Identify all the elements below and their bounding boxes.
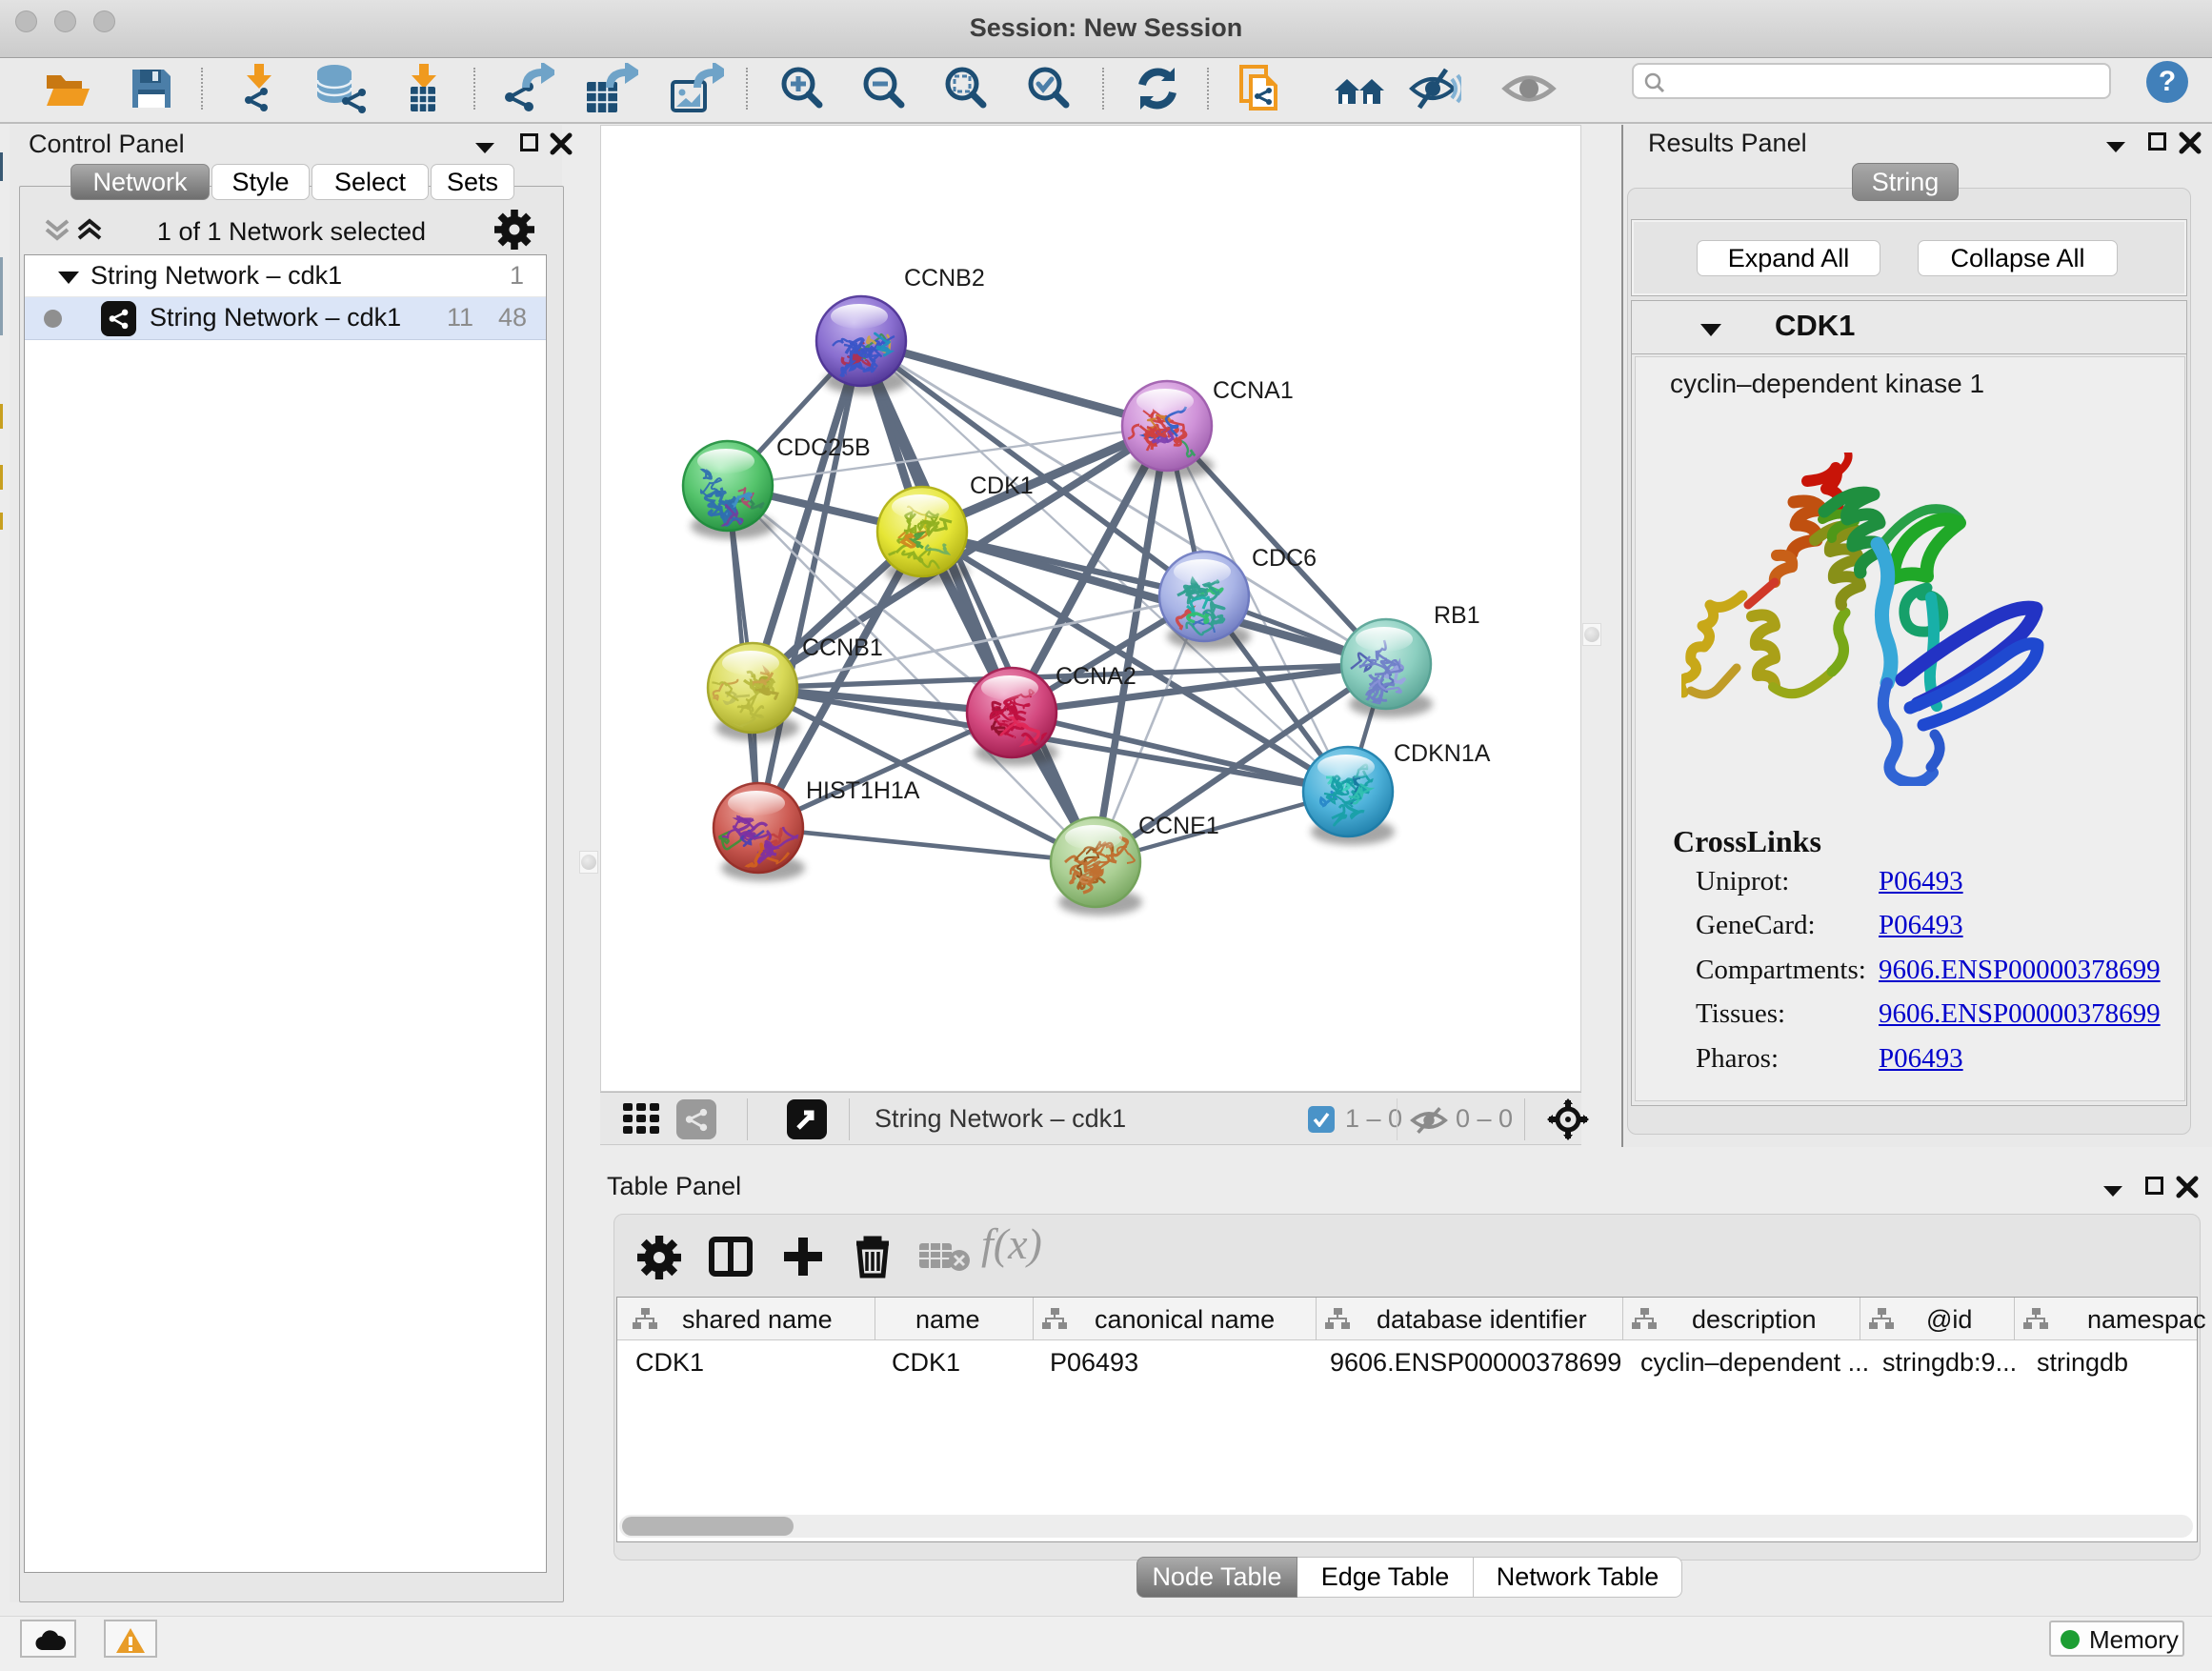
- svg-text:CCNB1: CCNB1: [802, 634, 883, 661]
- svg-text:RB1: RB1: [1434, 602, 1480, 629]
- svg-text:CDC6: CDC6: [1252, 545, 1317, 572]
- svg-text:HIST1H1A: HIST1H1A: [806, 777, 920, 804]
- svg-text:CCNA2: CCNA2: [1056, 663, 1136, 690]
- svg-text:CDK1: CDK1: [970, 473, 1034, 499]
- svg-text:CCNA1: CCNA1: [1213, 377, 1294, 404]
- svg-text:CDC25B: CDC25B: [776, 434, 871, 461]
- svg-text:CCNB2: CCNB2: [904, 265, 985, 292]
- svg-text:CDKN1A: CDKN1A: [1394, 740, 1491, 767]
- svg-text:CCNE1: CCNE1: [1138, 813, 1219, 839]
